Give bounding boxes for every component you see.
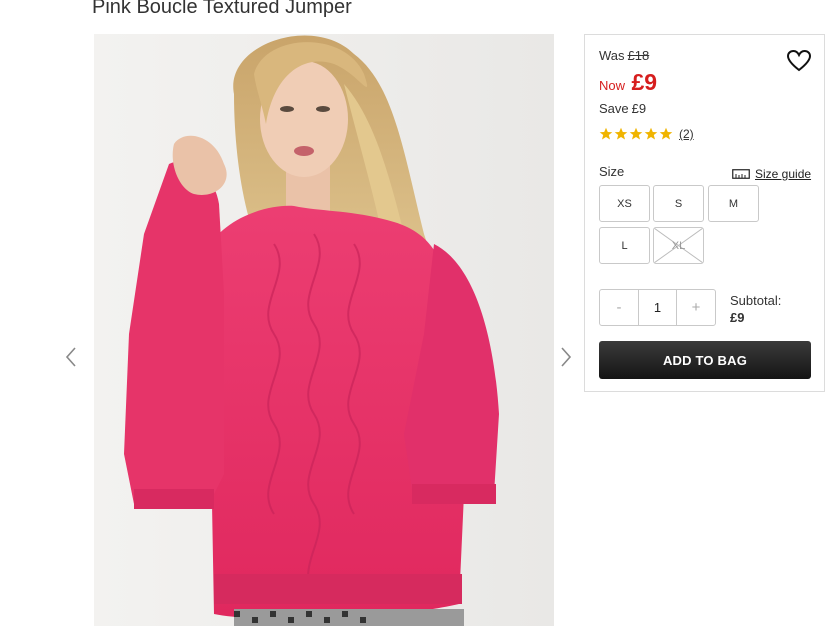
product-title: Pink Boucle Textured Jumper [92, 0, 352, 18]
save-value: £9 [631, 101, 647, 116]
size-option-xs[interactable]: XS [599, 185, 650, 222]
size-guide-link[interactable]: Size guide [732, 167, 811, 181]
size-option-label: XS [617, 197, 632, 210]
was-price: Was £18 [599, 48, 649, 63]
chevron-left-icon[interactable] [60, 344, 82, 370]
star-icon [659, 127, 673, 140]
quantity-stepper: - 1 + [599, 289, 716, 326]
star-icon [614, 127, 628, 140]
size-option-s[interactable]: S [653, 185, 704, 222]
was-value: £18 [627, 48, 650, 63]
size-option-label: S [674, 197, 683, 210]
product-image[interactable] [94, 34, 554, 626]
star-icon [599, 127, 613, 140]
quantity-input[interactable]: 1 [638, 290, 677, 325]
star-icon [644, 127, 658, 140]
save-amount: Save £9 [599, 101, 646, 116]
star-rating: (2) [599, 127, 694, 141]
subtotal: Subtotal: £9 [730, 292, 781, 326]
subtotal-label: Subtotal: [730, 293, 782, 308]
now-price: Now £9 [599, 69, 657, 96]
size-guide-label: Size guide [755, 167, 812, 181]
size-option-l[interactable]: L [599, 227, 650, 264]
chevron-right-icon[interactable] [555, 344, 577, 370]
size-option-xl[interactable]: XL [653, 227, 704, 264]
size-label: Size [599, 164, 625, 179]
size-option-label: XL [671, 239, 686, 252]
save-label: Save [599, 101, 629, 116]
now-label: Now [599, 78, 626, 93]
ruler-icon [732, 169, 750, 179]
review-count-link[interactable]: (2) [679, 127, 694, 141]
was-label: Was [599, 48, 625, 63]
subtotal-value: £9 [730, 310, 745, 325]
size-option-m[interactable]: M [708, 185, 759, 222]
size-option-label: L [621, 239, 628, 252]
purchase-panel: Was £18 Now £9 Save £9 (2) Size Size guide… [584, 34, 825, 392]
now-value: £9 [631, 69, 658, 95]
quantity-increase-button[interactable]: + [677, 290, 715, 325]
quantity-decrease-button[interactable]: - [600, 290, 638, 325]
heart-icon[interactable] [786, 49, 812, 73]
size-option-label: M [728, 197, 739, 210]
add-to-bag-button[interactable]: ADD TO BAG [599, 341, 811, 379]
star-icon [629, 127, 643, 140]
